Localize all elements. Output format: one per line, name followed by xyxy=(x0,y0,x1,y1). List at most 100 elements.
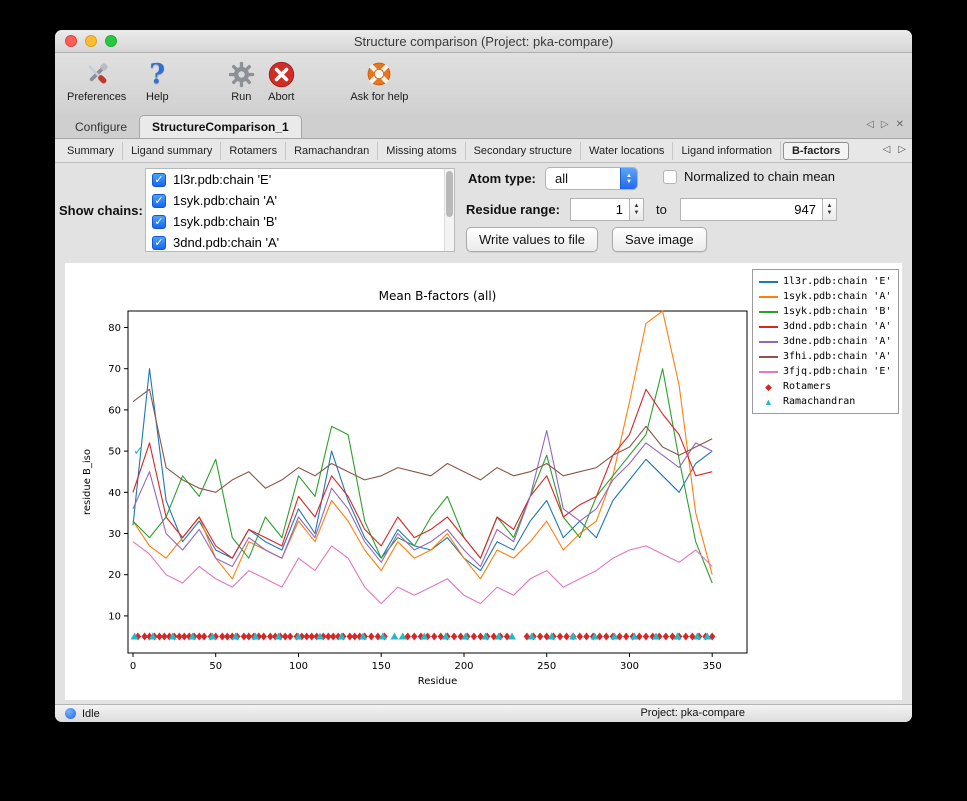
chain-label: 1l3r.pdb:chain 'E' xyxy=(173,172,271,187)
legend-label: 3fjq.pdb:chain 'E' xyxy=(783,366,891,377)
residue-from-input[interactable] xyxy=(571,199,629,220)
legend-label: Ramachandran xyxy=(783,396,855,407)
svg-text:30: 30 xyxy=(108,529,121,540)
tab-secondary-structure[interactable]: Secondary structure xyxy=(466,142,581,160)
svg-text:250: 250 xyxy=(537,661,556,672)
status-bar: Idle Project: pka-compare xyxy=(55,704,912,722)
legend-label: 1l3r.pdb:chain 'E' xyxy=(783,276,891,287)
normalized-checkbox[interactable] xyxy=(663,170,677,184)
svg-text:50: 50 xyxy=(209,661,222,672)
chain-list-item[interactable]: ✓1syk.pdb:chain 'A' xyxy=(146,190,454,211)
minimize-window-button[interactable] xyxy=(85,35,97,47)
tab-close-icon[interactable]: ✕ xyxy=(896,119,904,130)
svg-text:20: 20 xyxy=(108,570,121,581)
residue-from-stepper[interactable]: ▲▼ xyxy=(630,198,644,221)
chain-list-item[interactable]: ✓ 1syk.pdb:chain 'B' xyxy=(146,211,454,232)
residue-to-field[interactable] xyxy=(680,198,823,221)
residue-to-input[interactable] xyxy=(681,199,822,220)
atom-type-label: Atom type: xyxy=(468,171,536,186)
legend-entry: 3dne.pdb:chain 'A' xyxy=(759,334,892,349)
chain-list-item[interactable]: ✓ 1l3r.pdb:chain 'E' xyxy=(146,169,454,190)
write-values-button[interactable]: Write values to file xyxy=(466,227,598,252)
legend-line-sample xyxy=(759,371,778,373)
svg-text:350: 350 xyxy=(703,661,722,672)
preferences-button[interactable]: Preferences xyxy=(67,58,126,103)
svg-text:80: 80 xyxy=(108,323,121,334)
chart-region: 0501001502002503003501020304050607080Mea… xyxy=(55,263,912,704)
range-to-label: to xyxy=(656,202,667,217)
legend-label: 1syk.pdb:chain 'A' xyxy=(783,291,891,302)
subtab-scroll-right-icon[interactable]: ▷ xyxy=(898,144,906,155)
svg-text:70: 70 xyxy=(108,364,121,375)
dropdown-stepper-icon: ▲▼ xyxy=(620,168,637,189)
title-bar[interactable]: Structure comparison (Project: pka-compa… xyxy=(55,30,912,53)
chain-checkbox[interactable]: ✓ xyxy=(152,215,166,229)
controls-panel: Show chains: ✓1l3r.pdb:chain 'E'✓1syk.pd… xyxy=(55,163,912,263)
chain-checkbox[interactable]: ✓ xyxy=(152,173,166,187)
tab-water-locations[interactable]: Water locations xyxy=(581,142,673,160)
tab-missing-atoms[interactable]: Missing atoms xyxy=(378,142,465,160)
main-tab-bar: Configure StructureComparison_1 ◁ ▷ ✕ xyxy=(55,113,912,139)
svg-text:100: 100 xyxy=(289,661,308,672)
status-project: Project: pka-compare xyxy=(640,707,745,719)
legend-line-sample xyxy=(759,311,778,313)
subtab-scroll-left-icon[interactable]: ◁ xyxy=(883,144,891,155)
residue-range-label: Residue range: xyxy=(466,202,560,217)
zoom-window-button[interactable] xyxy=(105,35,117,47)
save-image-button[interactable]: Save image xyxy=(612,227,707,252)
help-button[interactable]: ? Help xyxy=(140,58,174,103)
chain-list-scrollbar-thumb[interactable] xyxy=(446,171,453,217)
abort-button[interactable]: Abort xyxy=(264,58,298,103)
legend-entry: 3dnd.pdb:chain 'A' xyxy=(759,319,892,334)
residue-from-field[interactable] xyxy=(570,198,630,221)
svg-text:150: 150 xyxy=(372,661,391,672)
normalized-label: Normalized to chain mean xyxy=(684,169,835,184)
tab-structure-comparison[interactable]: StructureComparison_1 xyxy=(139,115,302,138)
atom-type-dropdown[interactable]: all ▲▼ xyxy=(545,167,638,190)
tab-ramachandran[interactable]: Ramachandran xyxy=(286,142,378,160)
ask-for-help-label: Ask for help xyxy=(350,91,408,103)
tab-b-factors[interactable]: B-factors xyxy=(783,142,849,160)
chain-list-item[interactable]: ✓ 3dnd.pdb:chain 'A' xyxy=(146,232,454,252)
legend-entry: ◆ Rotamers xyxy=(759,379,892,394)
show-chains-label: Show chains: xyxy=(59,203,143,218)
chain-checkbox[interactable]: ✓ xyxy=(152,194,166,208)
legend-label: 1syk.pdb:chain 'B' xyxy=(783,306,891,317)
svg-text:10: 10 xyxy=(108,611,121,622)
tab-scroll-right-icon[interactable]: ▷ xyxy=(881,119,889,130)
chain-list[interactable]: ✓1l3r.pdb:chain 'E'✓1syk.pdb:chain 'A'✓1… xyxy=(145,168,455,252)
svg-text:residue B_iso: residue B_iso xyxy=(82,449,93,515)
preferences-tools-icon xyxy=(80,58,114,90)
legend-label: 3dnd.pdb:chain 'A' xyxy=(783,321,891,332)
legend-line-sample xyxy=(759,341,778,343)
tab-summary[interactable]: Summary xyxy=(59,142,123,160)
status-text: Idle xyxy=(82,708,100,720)
svg-text:60: 60 xyxy=(108,405,121,416)
toolbar: Preferences ? Help xyxy=(55,53,912,113)
residue-to-stepper[interactable]: ▲▼ xyxy=(823,198,837,221)
legend-line-sample xyxy=(759,326,778,328)
help-label: Help xyxy=(146,91,169,103)
chain-label: 3dnd.pdb:chain 'A' xyxy=(173,235,279,250)
atom-type-value: all xyxy=(546,171,620,186)
legend-entry: 1syk.pdb:chain 'A' xyxy=(759,289,892,304)
lifering-icon xyxy=(362,58,396,90)
tab-configure[interactable]: Configure xyxy=(63,116,139,138)
tab-scroll-left-icon[interactable]: ◁ xyxy=(866,119,874,130)
run-button[interactable]: Run xyxy=(224,58,258,103)
chain-list-scrollbar[interactable] xyxy=(444,169,454,251)
close-window-button[interactable] xyxy=(65,35,77,47)
tab-rotamers[interactable]: Rotamers xyxy=(221,142,286,160)
legend-marker-sample: ◆ xyxy=(759,382,778,392)
svg-text:✓: ✓ xyxy=(133,444,144,459)
tab-ligand-information[interactable]: Ligand information xyxy=(673,142,781,160)
legend-label: Rotamers xyxy=(783,381,831,392)
app-window: Structure comparison (Project: pka-compa… xyxy=(55,30,912,722)
run-label: Run xyxy=(231,91,251,103)
ask-for-help-button[interactable]: Ask for help xyxy=(350,58,408,103)
svg-text:40: 40 xyxy=(108,488,121,499)
svg-text:200: 200 xyxy=(454,661,473,672)
chain-label: 1syk.pdb:chain 'B' xyxy=(173,214,277,229)
tab-ligand-summary[interactable]: Ligand summary xyxy=(123,142,221,160)
chain-checkbox[interactable]: ✓ xyxy=(152,236,166,250)
